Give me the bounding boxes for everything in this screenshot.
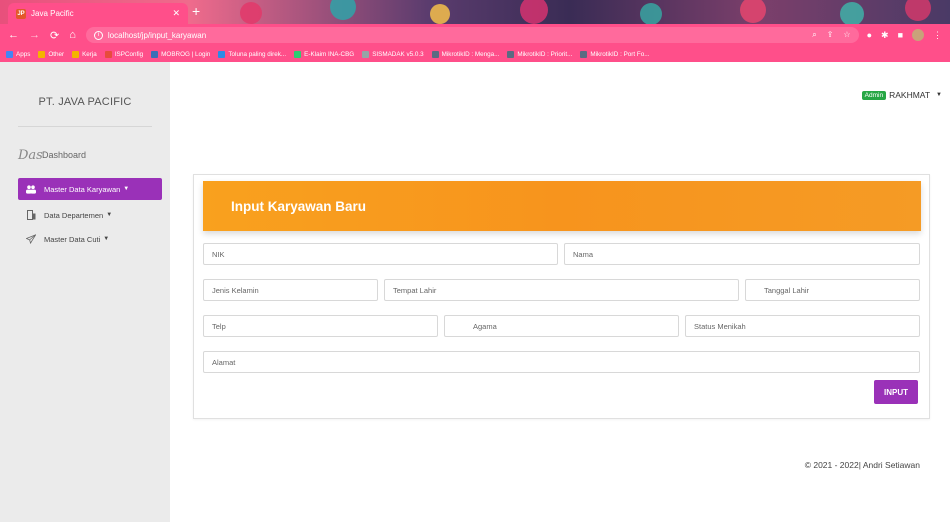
star-icon[interactable]: ☆ — [843, 30, 850, 40]
decor-flower — [740, 0, 766, 23]
telp-field[interactable] — [203, 315, 438, 337]
divider — [18, 126, 152, 127]
bookmark-icon — [362, 50, 370, 58]
footer-copyright: © 2021 - 2022| Andri Setiawan — [804, 460, 920, 470]
bookmark-item[interactable]: E-Klaim INA-CBG — [294, 50, 355, 58]
browser-tab-strip: JP Java Pacific ✕ + — [0, 0, 950, 24]
brand-title: PT. JAVA PACIFIC — [38, 96, 132, 108]
bookmark-label: ISPConfig — [114, 50, 144, 58]
decor-flower — [520, 0, 548, 24]
bookmark-item[interactable]: Kerja — [72, 50, 97, 58]
bookmark-label: MikrotikID : Port Fo... — [590, 50, 650, 58]
nama-field[interactable] — [564, 243, 920, 265]
caret-down-icon: ▼ — [106, 212, 113, 218]
url-text: localhost/jp/input_karyawan — [107, 30, 207, 40]
bookmark-item[interactable]: SISMADAK v5.0.3 — [362, 50, 424, 58]
address-bar[interactable]: i localhost/jp/input_karyawan ⌕ ⇪ ☆ — [85, 27, 859, 43]
dashboard-link[interactable]: Dashboard — [42, 150, 86, 160]
profile-avatar[interactable] — [912, 29, 924, 41]
forward-icon[interactable]: → — [29, 29, 40, 41]
menu-icon[interactable]: ⋮ — [933, 30, 942, 41]
bookmark-icon — [431, 50, 439, 58]
bookmark-icon — [151, 50, 159, 58]
bookmark-label: SISMADAK v5.0.3 — [372, 50, 424, 58]
decor-flower — [330, 0, 356, 20]
jenis-kelamin-field[interactable] — [203, 279, 378, 301]
bookmark-icon — [218, 50, 226, 58]
users-icon — [26, 184, 36, 194]
caret-down-icon: ▼ — [936, 92, 942, 98]
status-menikah-field[interactable] — [685, 315, 920, 337]
bookmark-item[interactable]: MOBROG | Login — [151, 50, 211, 58]
bookmark-label: Other — [48, 50, 65, 58]
bookmark-icon — [104, 50, 112, 58]
bookmark-label: Toluna paling direk... — [228, 50, 287, 58]
user-name: RAKHMAT — [889, 90, 931, 100]
bookmark-label: E-Klaim INA-CBG — [304, 50, 355, 58]
decor-flower — [240, 2, 262, 24]
tab-favicon-icon: JP — [16, 8, 26, 19]
bookmark-label: Kerja — [82, 50, 97, 58]
bookmark-item[interactable]: MikrotikID : Port Fo... — [580, 50, 650, 58]
decor-flower — [430, 4, 450, 24]
building-icon — [26, 210, 36, 220]
browser-tab[interactable]: JP Java Pacific ✕ — [8, 3, 188, 24]
bookmark-icon — [38, 50, 46, 58]
bookmark-item[interactable]: Apps — [6, 50, 31, 58]
sidebar-item-master-data-cuti[interactable]: Master Data Cuti ▼ — [18, 228, 162, 250]
caret-down-icon: ▼ — [103, 236, 110, 242]
info-icon[interactable]: i — [93, 30, 103, 40]
tanggal-lahir-field[interactable] — [745, 279, 920, 301]
paper-plane-icon — [26, 234, 36, 244]
sidebar-icon[interactable]: ■ — [898, 30, 903, 40]
alamat-field[interactable] — [203, 351, 920, 373]
bookmark-label: MikrotikID : Menga... — [441, 50, 500, 58]
bookmark-icon — [580, 50, 588, 58]
bookmark-icon — [294, 50, 302, 58]
extension-icon[interactable]: ● — [867, 30, 872, 40]
sidebar: PT. JAVA PACIFIC Das Dashboard Master Da… — [0, 62, 170, 522]
bookmarks-bar: Apps Other Kerja ISPConfig MOBROG | Login Tol… — [0, 46, 950, 62]
decor-flower — [905, 0, 931, 21]
tempat-lahir-field[interactable] — [384, 279, 739, 301]
back-icon[interactable]: ← — [8, 29, 19, 41]
sidebar-item-label: Data Departemen — [44, 210, 104, 220]
bookmark-icon — [6, 50, 13, 58]
share-icon[interactable]: ⇪ — [827, 30, 834, 40]
bookmark-icon — [72, 50, 80, 58]
input-submit-button[interactable]: INPUT — [874, 380, 918, 404]
bookmark-item[interactable]: MikrotikID : Menga... — [431, 50, 500, 58]
bookmark-item[interactable]: ISPConfig — [104, 50, 144, 58]
caret-down-icon: ▼ — [123, 186, 130, 192]
decor-flower — [640, 3, 662, 24]
bookmark-item[interactable]: MikrotikID : Priorit... — [507, 50, 573, 58]
role-badge: Admin — [861, 90, 887, 100]
home-icon[interactable]: ⌂ — [69, 29, 76, 41]
sidebar-item-label: Master Data Cuti — [44, 234, 101, 244]
bookmark-label: MOBROG | Login — [161, 50, 211, 58]
dashboard-logo-text: Das — [18, 148, 43, 163]
bookmark-item[interactable]: Other — [38, 50, 65, 58]
bookmark-label: MikrotikID : Priorit... — [517, 50, 573, 58]
bookmark-label: Apps — [16, 50, 31, 58]
puzzle-icon[interactable]: ✱ — [881, 30, 889, 41]
agama-field[interactable] — [444, 315, 679, 337]
app-root: PT. JAVA PACIFIC Das Dashboard Master Da… — [0, 62, 950, 522]
form-card: Input Karyawan Baru INPUT — [193, 174, 930, 419]
sidebar-item-data-departemen[interactable]: Data Departemen ▼ — [18, 204, 162, 226]
sidebar-item-master-data-karyawan[interactable]: Master Data Karyawan ▼ — [18, 178, 162, 200]
decor-flower — [840, 2, 864, 24]
tab-title: Java Pacific — [31, 9, 74, 18]
form-title: Input Karyawan Baru — [203, 181, 921, 231]
bookmark-icon — [507, 50, 515, 58]
browser-toolbar: ← → ⟳ ⌂ i localhost/jp/input_karyawan ⌕ … — [0, 24, 950, 46]
bookmark-item[interactable]: Toluna paling direk... — [218, 50, 287, 58]
nik-field[interactable] — [203, 243, 558, 265]
close-icon[interactable]: ✕ — [172, 8, 180, 19]
user-menu[interactable]: Admin RAKHMAT ▼ — [861, 90, 942, 100]
reload-icon[interactable]: ⟳ — [50, 29, 59, 42]
sidebar-item-label: Master Data Karyawan — [44, 184, 121, 194]
zoom-icon[interactable]: ⌕ — [812, 30, 816, 40]
new-tab-icon[interactable]: + — [192, 4, 200, 18]
